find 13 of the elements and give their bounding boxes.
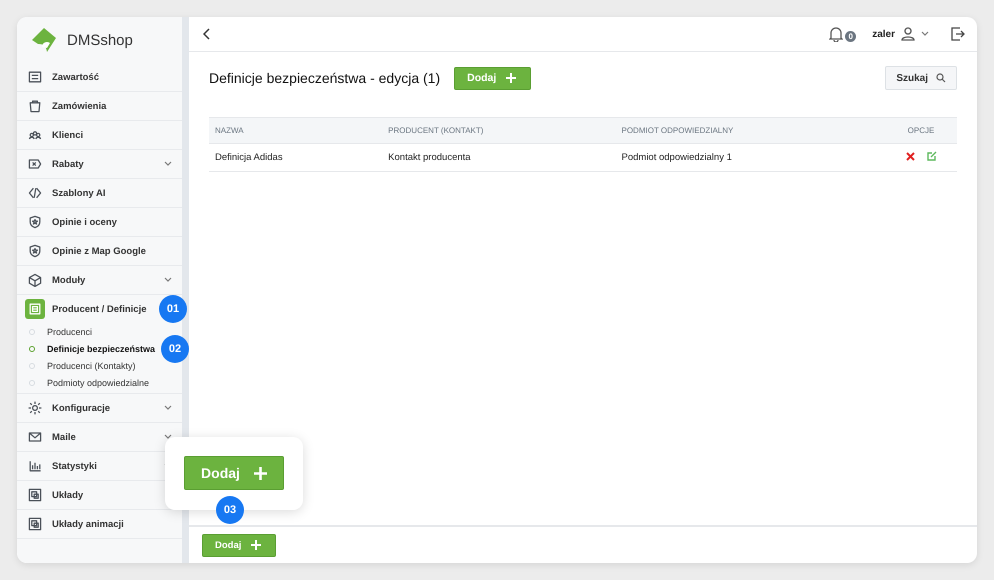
table-cell: Definicja Adidas bbox=[209, 144, 382, 172]
page-title: Definicje bezpieczeństwa - edycja (1) bbox=[209, 70, 440, 86]
column-header: PRODUCENT (KONTAKT) bbox=[382, 118, 616, 144]
notification-count: 0 bbox=[845, 30, 856, 42]
step-badge: 01 bbox=[159, 295, 187, 323]
logo-text: DMSshop bbox=[67, 32, 133, 48]
step-badge: 03 bbox=[216, 496, 244, 524]
step-badge: 02 bbox=[161, 335, 189, 363]
column-header: PODMIOT ODPOWIEDZIALNY bbox=[616, 118, 885, 144]
table-cell: Kontakt producenta bbox=[382, 144, 616, 172]
table-cell: Podmiot odpowiedzialny 1 bbox=[616, 144, 885, 172]
column-header: OPCJE bbox=[885, 118, 957, 144]
column-header: NAZWA bbox=[209, 118, 382, 144]
